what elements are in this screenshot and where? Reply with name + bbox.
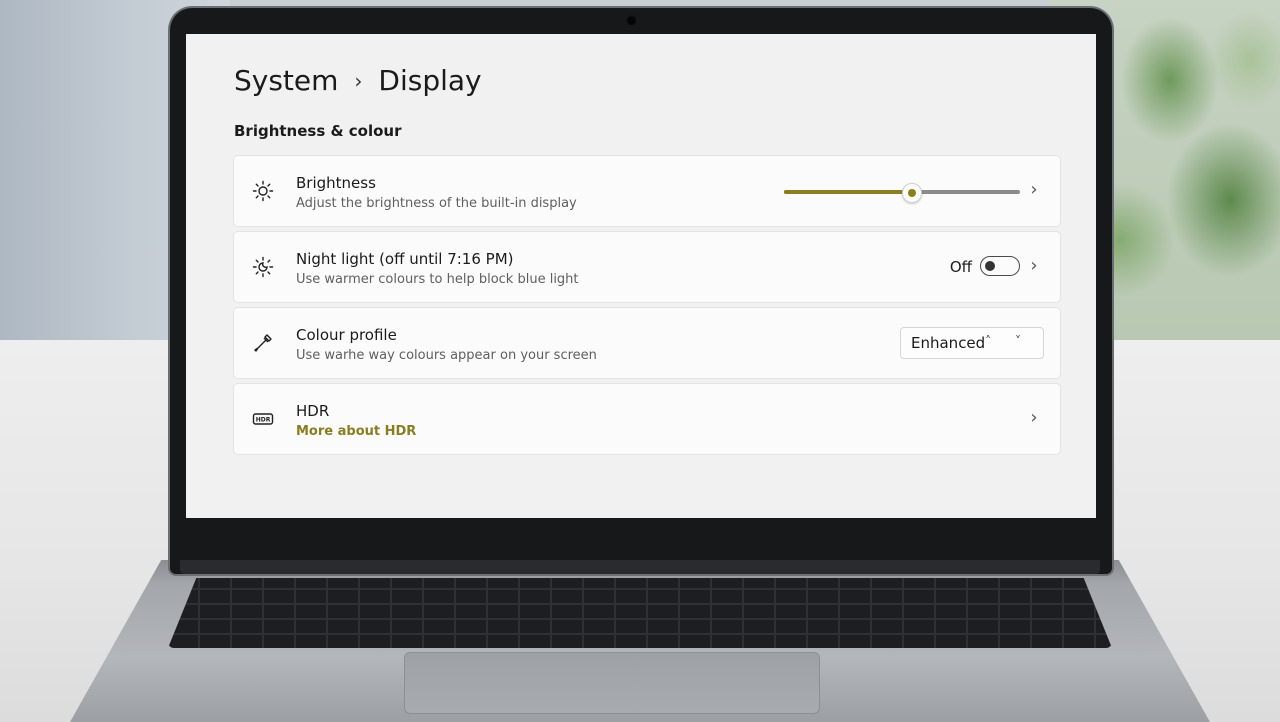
laptop-hinge (180, 560, 1100, 574)
webcam (626, 15, 637, 26)
colour-profile-card: Colour profile Use warhe way colours app… (233, 307, 1061, 379)
laptop-trackpad (404, 652, 820, 714)
brightness-slider[interactable] (784, 183, 1020, 203)
night-light-card[interactable]: Night light (off until 7:16 PM) Use warm… (233, 231, 1061, 303)
night-light-icon (252, 256, 274, 278)
colour-profile-subtitle: Use warhe way colours appear on your scr… (296, 348, 597, 363)
night-light-toggle-state: Off (949, 258, 972, 276)
brightness-slider-thumb[interactable] (902, 183, 923, 203)
colour-profile-dropdown[interactable]: Enhanced ˄ ˅ (900, 327, 1044, 359)
colour-profile-selected: Enhanced (911, 334, 986, 352)
chevron-right-icon[interactable]: › (1024, 180, 1044, 200)
section-title: Brightness & colour (234, 122, 402, 140)
svg-text:HDR: HDR (256, 417, 271, 424)
chevron-right-icon[interactable]: › (1024, 408, 1044, 428)
brightness-slider-fill (784, 190, 912, 194)
night-light-title: Night light (off until 7:16 PM) (296, 250, 514, 268)
breadcrumb: System › Display (234, 64, 482, 97)
brightness-card[interactable]: Brightness Adjust the brightness of the … (233, 155, 1061, 227)
night-light-subtitle: Use warmer colours to help block blue li… (296, 272, 579, 287)
breadcrumb-display: Display (378, 64, 482, 97)
chevron-right-icon[interactable]: › (1024, 256, 1044, 276)
night-light-toggle[interactable] (980, 256, 1020, 276)
colour-profile-title: Colour profile (296, 326, 397, 344)
brightness-title: Brightness (296, 174, 376, 192)
hdr-title: HDR (296, 402, 330, 420)
breadcrumb-system[interactable]: System (234, 64, 338, 97)
brightness-subtitle: Adjust the brightness of the built-in di… (296, 196, 577, 211)
sun-icon (252, 180, 274, 202)
breadcrumb-separator-icon: › (354, 68, 363, 93)
eyedropper-icon (254, 334, 272, 352)
hdr-more-link[interactable]: More about HDR (296, 424, 416, 439)
laptop-keyboard (168, 578, 1112, 648)
settings-screen: System › Display Brightness & colour Bri… (186, 34, 1096, 518)
chevron-updown-icon: ˄ ˅ (985, 334, 1031, 348)
hdr-icon: HDR (252, 413, 274, 425)
hdr-card[interactable]: HDR HDR More about HDR › (233, 383, 1061, 455)
toggle-knob (985, 261, 995, 271)
